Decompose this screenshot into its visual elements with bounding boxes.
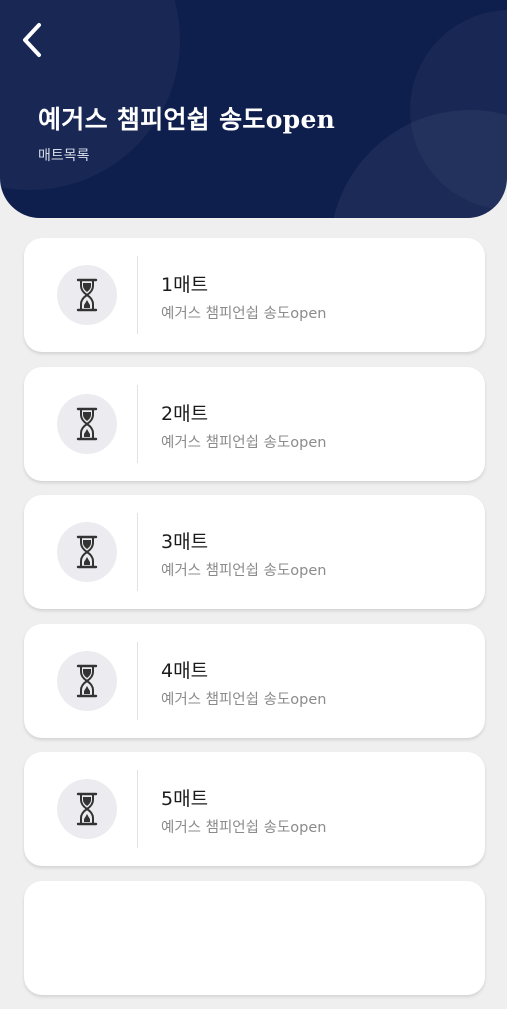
mat-name: 1매트 — [161, 274, 209, 296]
mat-tournament: 예거스 챔피언쉽 송도open — [161, 306, 327, 322]
mat-card-partial[interactable] — [24, 880, 485, 995]
mat-card[interactable]: 1매트 예거스 챔피언쉽 송도open — [24, 238, 485, 352]
mat-tournament: 예거스 챔피언쉽 송도open — [161, 691, 327, 708]
mat-name: 5매트 — [161, 788, 209, 810]
mat-tournament: 예거스 챔피언쉽 송도open — [161, 820, 327, 836]
mat-status-icon-wrapper — [57, 650, 117, 711]
hourglass-icon — [76, 792, 98, 826]
mat-name: 4매트 — [161, 659, 209, 682]
mat-card[interactable]: 3매트 예거스 챔피언쉽 송도open — [24, 495, 485, 609]
chevron-left-icon — [23, 23, 41, 57]
mat-card[interactable]: 2매트 예거스 챔피언쉽 송도open — [24, 366, 485, 481]
back-button[interactable] — [10, 18, 54, 62]
mat-list: 1매트 예거스 챔피언쉽 송도open 2매트 예거스 챔피언쉽 송도open — [24, 238, 485, 1009]
hourglass-icon — [76, 664, 98, 697]
hourglass-icon — [76, 535, 98, 569]
mat-status-icon-wrapper — [57, 393, 117, 454]
mat-status-icon-wrapper — [57, 779, 117, 839]
card-divider — [137, 384, 138, 463]
card-divider — [137, 641, 138, 720]
mat-status-icon-wrapper — [57, 522, 117, 582]
mat-name: 3매트 — [161, 531, 209, 553]
page-subtitle: 매트목록 — [38, 148, 90, 164]
hourglass-icon — [76, 407, 98, 440]
hourglass-icon — [76, 278, 98, 312]
card-divider — [137, 770, 138, 848]
mat-card[interactable]: 5매트 예거스 챔피언쉽 송도open — [24, 752, 485, 866]
mat-tournament: 예거스 챔피언쉽 송도open — [161, 563, 327, 579]
page-title: 예거스 챔피언쉽 송도open — [38, 105, 336, 134]
header: 예거스 챔피언쉽 송도open 매트목록 — [0, 0, 507, 218]
mat-card[interactable]: 4매트 예거스 챔피언쉽 송도open — [24, 623, 485, 738]
mat-tournament: 예거스 챔피언쉽 송도open — [161, 434, 327, 451]
mat-name: 2매트 — [161, 402, 209, 425]
card-divider — [137, 513, 138, 591]
mat-status-icon-wrapper — [57, 265, 117, 325]
card-divider — [137, 256, 138, 334]
